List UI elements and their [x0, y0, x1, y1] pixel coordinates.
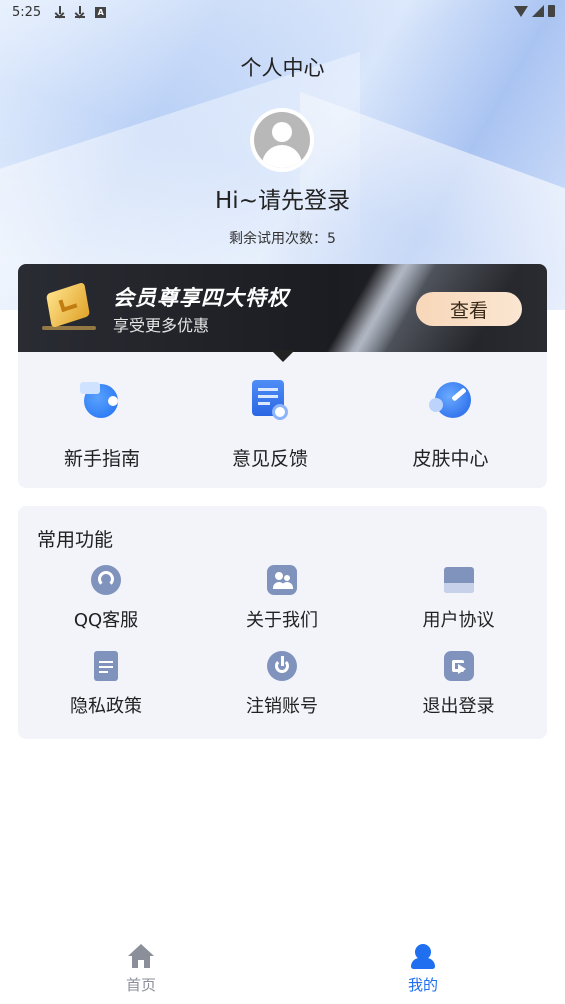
login-prompt[interactable]: Hi~请先登录: [0, 181, 565, 215]
vip-view-button[interactable]: 查看: [416, 292, 522, 326]
status-bar: 5:25 A: [0, 0, 565, 24]
function-label: 隐私政策: [70, 696, 142, 717]
logout-item[interactable]: 退出登录: [370, 650, 547, 718]
feature-label: 新手指南: [63, 448, 140, 470]
user-agreement-item[interactable]: 用户协议: [370, 564, 547, 632]
battery-icon: [548, 5, 555, 17]
signal-icon: [532, 5, 544, 17]
tab-home[interactable]: 首页: [0, 938, 282, 1004]
vip-title: 会员尊享四大特权: [113, 286, 289, 310]
feature-guide[interactable]: 新手指南: [18, 376, 186, 471]
privacy-policy-item[interactable]: 隐私政策: [18, 650, 194, 718]
tab-label: 首页: [125, 976, 156, 994]
common-functions-card: 常用功能 QQ客服 关于我们 用户协议 隐私政策 注销账号 退出登录: [18, 506, 547, 739]
vip-card: 会员尊享四大特权 享受更多优惠 查看 新手指南 意见反馈 皮肤中心: [18, 264, 547, 488]
skin-icon: [427, 376, 475, 424]
agreement-icon: [443, 564, 475, 596]
guide-icon: [78, 376, 126, 424]
download-icon: [75, 6, 86, 18]
function-label: 关于我们: [246, 610, 318, 631]
feature-feedback[interactable]: 意见反馈: [186, 376, 354, 471]
status-time: 5:25: [12, 4, 42, 20]
qq-service-item[interactable]: QQ客服: [18, 564, 194, 632]
feature-label: 意见反馈: [231, 448, 308, 470]
feature-label: 皮肤中心: [412, 448, 489, 470]
feature-grid: 新手指南 意见反馈 皮肤中心: [18, 376, 547, 471]
function-grid: QQ客服 关于我们 用户协议 隐私政策 注销账号 退出登录: [18, 564, 547, 718]
document-icon: [90, 650, 122, 682]
download-icon: [55, 6, 66, 18]
function-label: 注销账号: [246, 696, 318, 717]
power-icon: [266, 650, 298, 682]
banner-pointer: [271, 350, 295, 362]
feedback-icon: [246, 376, 294, 424]
user-icon: [410, 944, 436, 970]
page-title: 个人中心: [240, 56, 325, 80]
function-label: QQ客服: [73, 610, 139, 631]
vip-subtitle: 享受更多优惠: [113, 316, 210, 335]
logout-icon: [443, 650, 475, 682]
vip-banner[interactable]: 会员尊享四大特权 享受更多优惠 查看: [18, 264, 547, 352]
function-label: 用户协议: [422, 610, 495, 631]
people-icon: [266, 564, 298, 596]
vip-crown-icon: [42, 281, 100, 330]
bottom-tab-bar: 首页 我的: [0, 938, 565, 1004]
trial-count: 剩余试用次数：5: [229, 231, 336, 247]
feature-skin[interactable]: 皮肤中心: [354, 376, 547, 471]
function-label: 退出登录: [422, 696, 495, 717]
avatar[interactable]: [250, 108, 314, 172]
about-us-item[interactable]: 关于我们: [194, 564, 370, 632]
wifi-icon: [514, 5, 528, 17]
headset-icon: [90, 564, 122, 596]
tab-mine[interactable]: 我的: [282, 938, 564, 1004]
notification-icon: A: [95, 6, 107, 18]
tab-label: 我的: [407, 976, 438, 994]
delete-account-item[interactable]: 注销账号: [194, 650, 370, 718]
section-title: 常用功能: [37, 529, 114, 551]
home-icon: [128, 944, 154, 970]
default-avatar-icon: [254, 112, 310, 168]
